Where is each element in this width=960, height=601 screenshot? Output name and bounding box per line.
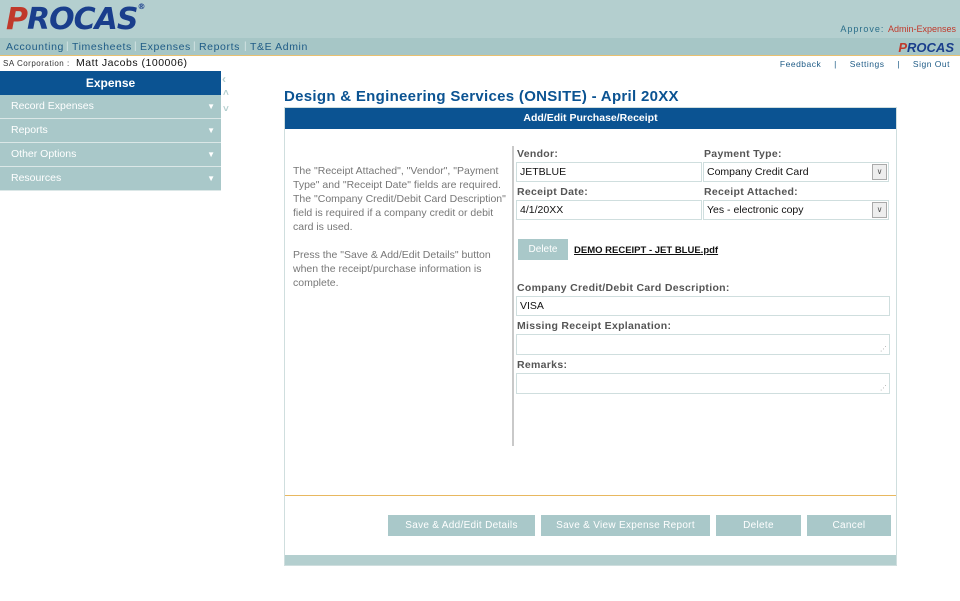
caret-down-icon: ▼ bbox=[207, 102, 215, 111]
approve-area: Approve: Admin-Expenses bbox=[840, 24, 956, 34]
nav-separator: | bbox=[134, 41, 137, 52]
card-description-field[interactable]: VISA bbox=[516, 296, 890, 316]
collapse-sidebar-icon[interactable]: ‹ bbox=[222, 72, 226, 86]
save-view-expense-report-button[interactable]: Save & View Expense Report bbox=[541, 515, 710, 536]
sidebar-item-label: Resources bbox=[11, 172, 62, 184]
sidebar-item-label: Record Expenses bbox=[11, 100, 94, 112]
nav-separator: | bbox=[244, 41, 247, 52]
help-text: The "Receipt Attached", "Vendor", "Payme… bbox=[293, 164, 508, 304]
user-name: Matt Jacobs (100006) bbox=[76, 57, 188, 69]
column-divider bbox=[512, 146, 514, 446]
payment-type-value: Company Credit Card bbox=[707, 166, 809, 178]
receipt-attached-label: Receipt Attached: bbox=[704, 186, 798, 198]
save-add-edit-details-button[interactable]: Save & Add/Edit Details bbox=[388, 515, 535, 536]
panel-footer-strip bbox=[285, 555, 896, 565]
procas-logo[interactable]: PROCAS® bbox=[6, 2, 145, 37]
caret-down-icon: ▼ bbox=[207, 126, 215, 135]
card-description-label: Company Credit/Debit Card Description: bbox=[517, 282, 730, 294]
chevron-up-icon[interactable]: ˄ bbox=[223, 88, 229, 99]
remarks-label: Remarks: bbox=[517, 359, 568, 371]
sidebar-header: Expense bbox=[0, 71, 221, 95]
procas-mini-logo: PROCAS bbox=[898, 40, 954, 55]
dropdown-arrow-icon: ∨ bbox=[872, 202, 887, 218]
main-nav: Accounting | Timesheets | Expenses | Rep… bbox=[0, 38, 960, 56]
receipt-date-field[interactable]: 4/1/20XX bbox=[516, 200, 702, 220]
corporation-label: SA Corporation : bbox=[3, 59, 70, 68]
sidebar-item-resources[interactable]: Resources ▼ bbox=[0, 167, 221, 191]
nav-separator: | bbox=[66, 41, 69, 52]
nav-reports[interactable]: Reports bbox=[199, 41, 240, 53]
receipt-attached-value: Yes - electronic copy bbox=[707, 204, 804, 216]
utility-links: Feedback | Settings | Sign Out bbox=[770, 59, 950, 69]
missing-receipt-textarea[interactable]: ⋰ bbox=[516, 334, 890, 355]
delete-receipt-button[interactable]: Delete bbox=[518, 239, 568, 260]
cancel-button[interactable]: Cancel bbox=[807, 515, 891, 536]
nav-separator: | bbox=[193, 41, 196, 52]
sidebar-item-label: Reports bbox=[11, 124, 48, 136]
nav-expenses[interactable]: Expenses bbox=[140, 41, 191, 53]
dropdown-arrow-icon: ∨ bbox=[872, 164, 887, 180]
feedback-link[interactable]: Feedback bbox=[780, 59, 821, 69]
caret-down-icon: ▼ bbox=[207, 174, 215, 183]
sidebar-item-label: Other Options bbox=[11, 148, 77, 160]
resize-grip-icon[interactable]: ⋰ bbox=[880, 384, 887, 392]
sidebar-item-reports[interactable]: Reports ▼ bbox=[0, 119, 221, 143]
footer-divider bbox=[285, 495, 896, 496]
delete-button[interactable]: Delete bbox=[716, 515, 801, 536]
remarks-textarea[interactable]: ⋰ bbox=[516, 373, 890, 394]
help-paragraph-required: The "Receipt Attached", "Vendor", "Payme… bbox=[293, 165, 506, 233]
nav-te-admin[interactable]: T&E Admin bbox=[250, 41, 308, 53]
purchase-receipt-panel: Add/Edit Purchase/Receipt The "Receipt A… bbox=[284, 107, 897, 566]
receipt-file-link[interactable]: DEMO RECEIPT - JET BLUE.pdf bbox=[574, 245, 718, 256]
logo-initial: P bbox=[6, 2, 28, 37]
logo-text: ROCAS bbox=[27, 2, 138, 37]
vendor-label: Vendor: bbox=[517, 148, 559, 160]
link-separator: | bbox=[834, 59, 837, 69]
top-header: PROCAS® Approve: Admin-Expenses bbox=[0, 0, 960, 38]
missing-receipt-label: Missing Receipt Explanation: bbox=[517, 320, 672, 332]
sidebar-item-other-options[interactable]: Other Options ▼ bbox=[0, 143, 221, 167]
link-separator: | bbox=[897, 59, 901, 69]
resize-grip-icon[interactable]: ⋰ bbox=[880, 345, 887, 353]
user-bar: SA Corporation : Matt Jacobs (100006) Fe… bbox=[0, 57, 960, 71]
mini-logo-initial: P bbox=[898, 40, 908, 55]
help-paragraph-save: Press the "Save & Add/Edit Details" butt… bbox=[293, 249, 491, 289]
sign-out-link[interactable]: Sign Out bbox=[913, 59, 950, 69]
nav-timesheets[interactable]: Timesheets bbox=[72, 41, 132, 53]
caret-down-icon: ▼ bbox=[207, 150, 215, 159]
approve-admin-expenses-link[interactable]: Admin-Expenses bbox=[888, 24, 956, 34]
page-title: Design & Engineering Services (ONSITE) -… bbox=[284, 88, 679, 105]
vendor-field[interactable]: JETBLUE bbox=[516, 162, 702, 182]
receipt-attached-select[interactable]: Yes - electronic copy ∨ bbox=[703, 200, 889, 220]
settings-link[interactable]: Settings bbox=[850, 59, 885, 69]
chevron-down-icon[interactable]: ˅ bbox=[223, 104, 229, 115]
registered-icon: ® bbox=[137, 2, 145, 11]
payment-type-label: Payment Type: bbox=[704, 148, 782, 160]
approve-label: Approve: bbox=[840, 24, 885, 34]
mini-logo-text: ROCAS bbox=[907, 40, 954, 55]
nav-accounting[interactable]: Accounting bbox=[6, 41, 64, 53]
sidebar-item-record-expenses[interactable]: Record Expenses ▼ bbox=[0, 95, 221, 119]
sidebar: Expense Record Expenses ▼ Reports ▼ Othe… bbox=[0, 71, 221, 191]
payment-type-select[interactable]: Company Credit Card ∨ bbox=[703, 162, 889, 182]
receipt-date-label: Receipt Date: bbox=[517, 186, 589, 198]
panel-header: Add/Edit Purchase/Receipt bbox=[285, 108, 896, 129]
